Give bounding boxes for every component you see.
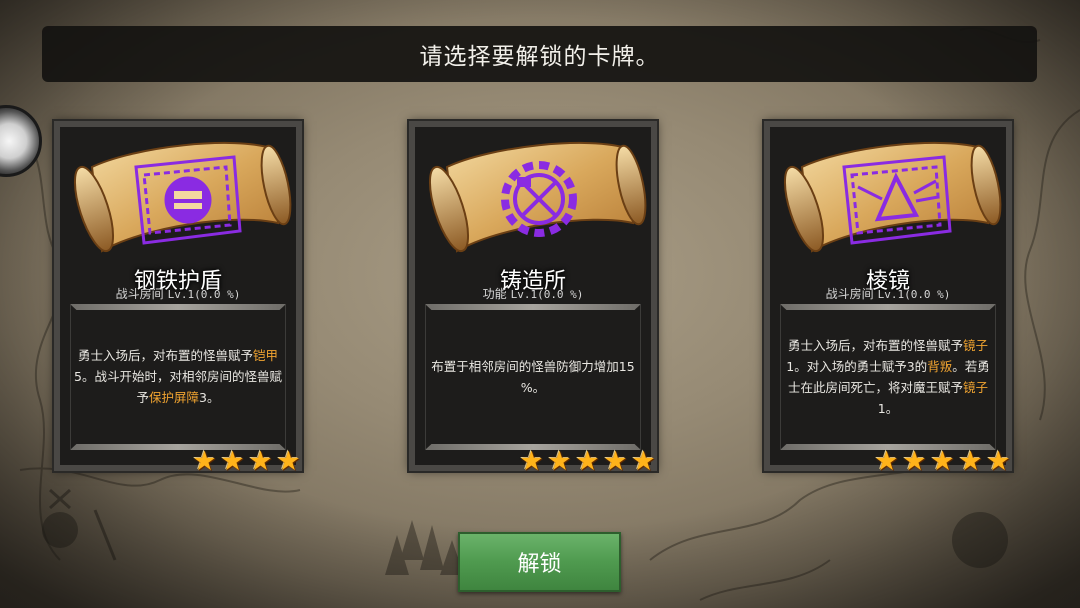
- title-bar: 请选择要解锁的卡牌。: [42, 26, 1037, 82]
- card-category: 战斗房间: [825, 287, 874, 301]
- star-icon: ★: [874, 446, 899, 477]
- star-icon: ★: [986, 446, 1011, 477]
- keyword-armor: 铠甲: [253, 348, 279, 363]
- card-level: Lv.1(0.0 %): [167, 288, 241, 301]
- star-icon: ★: [631, 446, 656, 477]
- star-icon: ★: [547, 446, 572, 477]
- scroll-art: [428, 141, 647, 253]
- card-steel-shield[interactable]: 钢铁护盾 战斗房间 Lv.1(0.0 %) 勇士入场后，对布置的怪兽赋予铠甲5。战…: [52, 119, 304, 475]
- card-foundry[interactable]: 铸造所 功能 Lv.1(0.0 %) 布置于相邻房间的怪兽防御力增加15 %。 ★…: [407, 119, 659, 475]
- scroll-art: [73, 141, 292, 253]
- card-description: 布置于相邻房间的怪兽防御力增加15 %。: [431, 359, 635, 395]
- keyword-protective-barrier: 保护屏障: [149, 390, 200, 405]
- card-meta: 战斗房间 Lv.1(0.0 %): [770, 285, 1006, 302]
- card-description: 勇士入场后，对布置的怪兽赋予镜子1。对入场的勇士赋予3的背叛。若勇士在此房间死亡…: [786, 338, 990, 416]
- star-icon: ★: [575, 446, 600, 477]
- card-meta: 战斗房间 Lv.1(0.0 %): [60, 285, 296, 302]
- star-icon: ★: [603, 446, 628, 477]
- star-icon: ★: [220, 446, 245, 477]
- star-rating: ★ ★ ★ ★ ★: [873, 448, 1012, 475]
- card-category: 战斗房间: [115, 287, 164, 301]
- keyword-mirror: 镜子: [963, 380, 989, 395]
- star-icon: ★: [276, 446, 301, 477]
- card-meta: 功能 Lv.1(0.0 %): [415, 285, 651, 302]
- scroll-art: [783, 141, 1002, 253]
- card-description: 勇士入场后，对布置的怪兽赋予铠甲5。战斗开始时，对相邻房间的怪兽赋予保护屏障3。: [74, 348, 282, 405]
- card-level: Lv.1(0.0 %): [510, 288, 584, 301]
- unlock-button[interactable]: 解锁: [458, 532, 621, 592]
- star-icon: ★: [958, 446, 983, 477]
- star-icon: ★: [930, 446, 955, 477]
- keyword-mirror: 镜子: [963, 338, 989, 353]
- keyword-betrayal: 背叛: [927, 359, 953, 374]
- star-icon: ★: [519, 446, 544, 477]
- page-title: 请选择要解锁的卡牌。: [419, 44, 660, 70]
- card-prism[interactable]: 棱镜 战斗房间 Lv.1(0.0 %) 勇士入场后，对布置的怪兽赋予镜子1。对入场…: [762, 119, 1014, 475]
- star-rating: ★ ★ ★ ★: [191, 448, 302, 475]
- star-icon: ★: [248, 446, 273, 477]
- star-rating: ★ ★ ★ ★ ★: [518, 448, 657, 475]
- star-icon: ★: [192, 446, 217, 477]
- card-category: 功能: [482, 287, 507, 301]
- card-level: Lv.1(0.0 %): [877, 288, 951, 301]
- star-icon: ★: [902, 446, 927, 477]
